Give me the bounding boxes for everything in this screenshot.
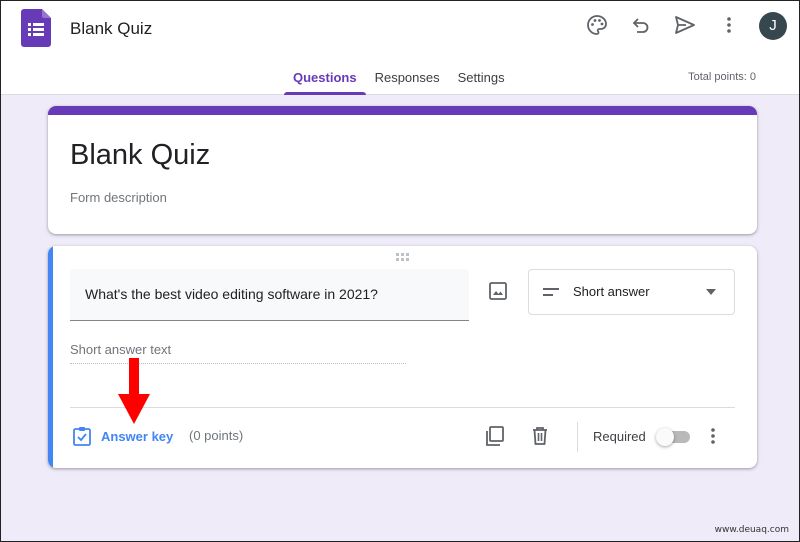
google-forms-logo-icon[interactable] (21, 9, 51, 47)
short-answer-placeholder: Short answer text (70, 342, 172, 357)
drag-handle-icon[interactable] (396, 253, 410, 262)
palette-icon[interactable] (585, 13, 609, 37)
question-card: What's the best video editing software i… (48, 246, 757, 468)
form-description-field[interactable]: Form description (70, 190, 167, 205)
toggle-knob (656, 428, 674, 446)
question-type-label: Short answer (573, 284, 650, 299)
account-avatar[interactable]: J (759, 12, 787, 40)
required-label: Required (593, 429, 646, 444)
required-toggle[interactable] (656, 428, 692, 446)
send-icon[interactable] (673, 13, 697, 37)
form-title-card: Blank Quiz Form description (48, 106, 757, 234)
question-points: (0 points) (189, 428, 244, 443)
delete-icon[interactable] (529, 425, 551, 447)
answer-key-checklist-icon (73, 427, 91, 446)
active-question-indicator (48, 246, 53, 468)
answer-key-button[interactable]: Answer key (72, 426, 173, 446)
title-card-accent-bar (48, 106, 757, 115)
tab-settings[interactable]: Settings (449, 61, 514, 95)
top-header: Blank Quiz J Questions Responses Setting… (1, 1, 799, 95)
footer-divider (70, 407, 735, 408)
answer-key-label: Answer key (101, 428, 174, 444)
add-image-icon[interactable] (486, 279, 510, 303)
undo-icon[interactable] (629, 13, 653, 37)
short-answer-icon (543, 288, 559, 296)
annotation-red-arrow-icon (118, 358, 150, 424)
footer-vertical-divider (577, 422, 578, 452)
question-type-dropdown[interactable]: Short answer (528, 269, 735, 315)
form-title-field[interactable]: Blank Quiz (70, 139, 210, 172)
question-title-input[interactable]: What's the best video editing software i… (70, 269, 469, 321)
watermark: www.deuaq.com (714, 525, 789, 535)
document-title[interactable]: Blank Quiz (70, 19, 152, 39)
duplicate-icon[interactable] (484, 425, 506, 447)
question-more-options-icon[interactable] (702, 425, 724, 447)
tab-responses[interactable]: Responses (366, 61, 449, 95)
total-points: Total points: 0 (688, 71, 756, 83)
form-tabs: Questions Responses Settings (284, 61, 514, 95)
more-vert-icon[interactable] (717, 13, 741, 37)
tab-questions[interactable]: Questions (284, 61, 366, 95)
dropdown-caret-icon (706, 289, 716, 295)
